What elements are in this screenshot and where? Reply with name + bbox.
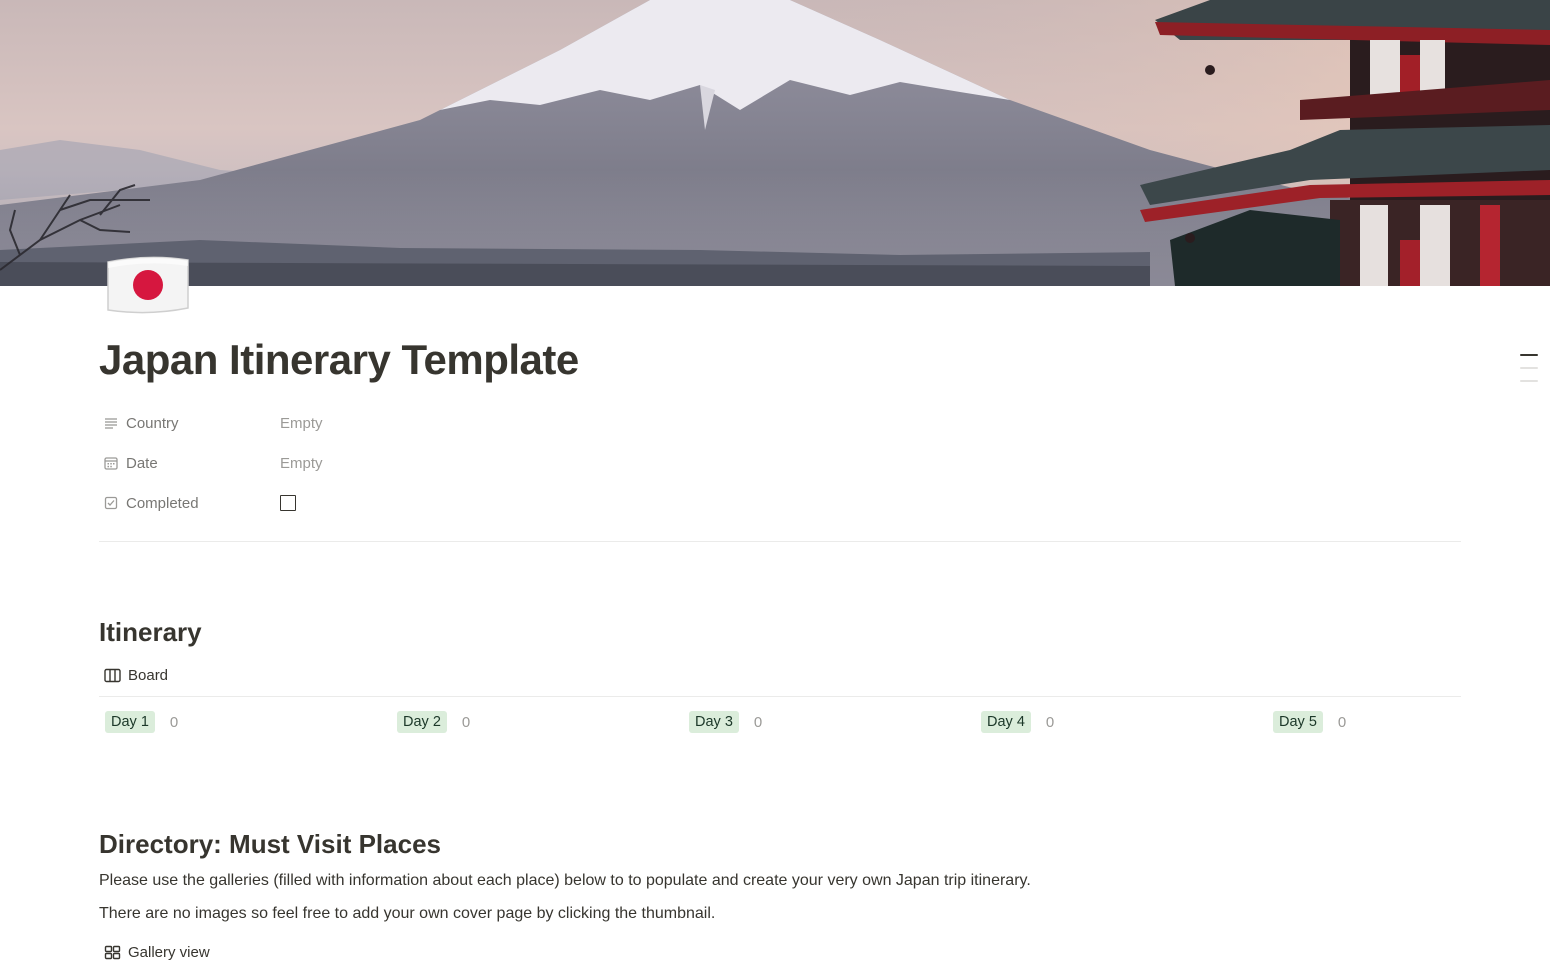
toc-marker[interactable] [1520,380,1538,382]
cover-image[interactable] [0,0,1550,286]
japan-flag-icon[interactable] [104,252,192,318]
toc-marker[interactable] [1520,367,1538,369]
directory-paragraph-2: There are no images so feel free to add … [99,905,716,922]
board-group-day-3[interactable]: Day 3 0 [689,711,762,733]
table-of-contents-markers[interactable] [1520,354,1540,393]
group-tag: Day 1 [105,711,155,733]
group-count: 0 [1337,713,1347,731]
property-name: Completed [126,494,199,512]
notion-page: Japan Itinerary Template Country Empty D… [0,0,1550,965]
property-date[interactable]: Date Empty [103,451,323,475]
completed-checkbox[interactable] [280,495,296,511]
group-count: 0 [1045,713,1055,731]
view-label: Board [128,667,169,684]
gallery-icon [104,945,121,960]
board-group-day-2[interactable]: Day 2 0 [397,711,470,733]
directory-paragraph-1: Please use the galleries (filled with in… [99,872,1031,889]
property-name: Date [126,454,158,472]
group-tag: Day 2 [397,711,447,733]
board-view-tab[interactable]: Board [104,667,168,684]
property-country[interactable]: Country Empty [103,411,323,435]
board-group-day-1[interactable]: Day 1 0 [105,711,178,733]
board-divider [99,696,1461,697]
property-value[interactable]: Empty [280,455,323,472]
toc-marker-active[interactable] [1520,354,1538,356]
property-name: Country [126,414,179,432]
view-label: Gallery view [128,944,210,961]
group-tag: Day 3 [689,711,739,733]
property-value[interactable]: Empty [280,415,323,432]
gallery-view-tab[interactable]: Gallery view [104,944,210,961]
group-count: 0 [461,713,471,731]
group-count: 0 [753,713,763,731]
checkbox-property-icon [103,495,119,511]
properties-divider [99,541,1461,542]
group-tag: Day 5 [1273,711,1323,733]
property-completed[interactable]: Completed [103,491,296,515]
group-tag: Day 4 [981,711,1031,733]
group-count: 0 [169,713,179,731]
board-icon [104,668,121,683]
cover-illustration [0,0,1550,286]
page-title[interactable]: Japan Itinerary Template [99,336,579,384]
board-group-day-5[interactable]: Day 5 0 [1273,711,1346,733]
itinerary-heading: Itinerary [99,617,202,647]
directory-heading: Directory: Must Visit Places [99,829,441,859]
board-group-day-4[interactable]: Day 4 0 [981,711,1054,733]
text-lines-icon [103,415,119,431]
calendar-icon [103,455,119,471]
